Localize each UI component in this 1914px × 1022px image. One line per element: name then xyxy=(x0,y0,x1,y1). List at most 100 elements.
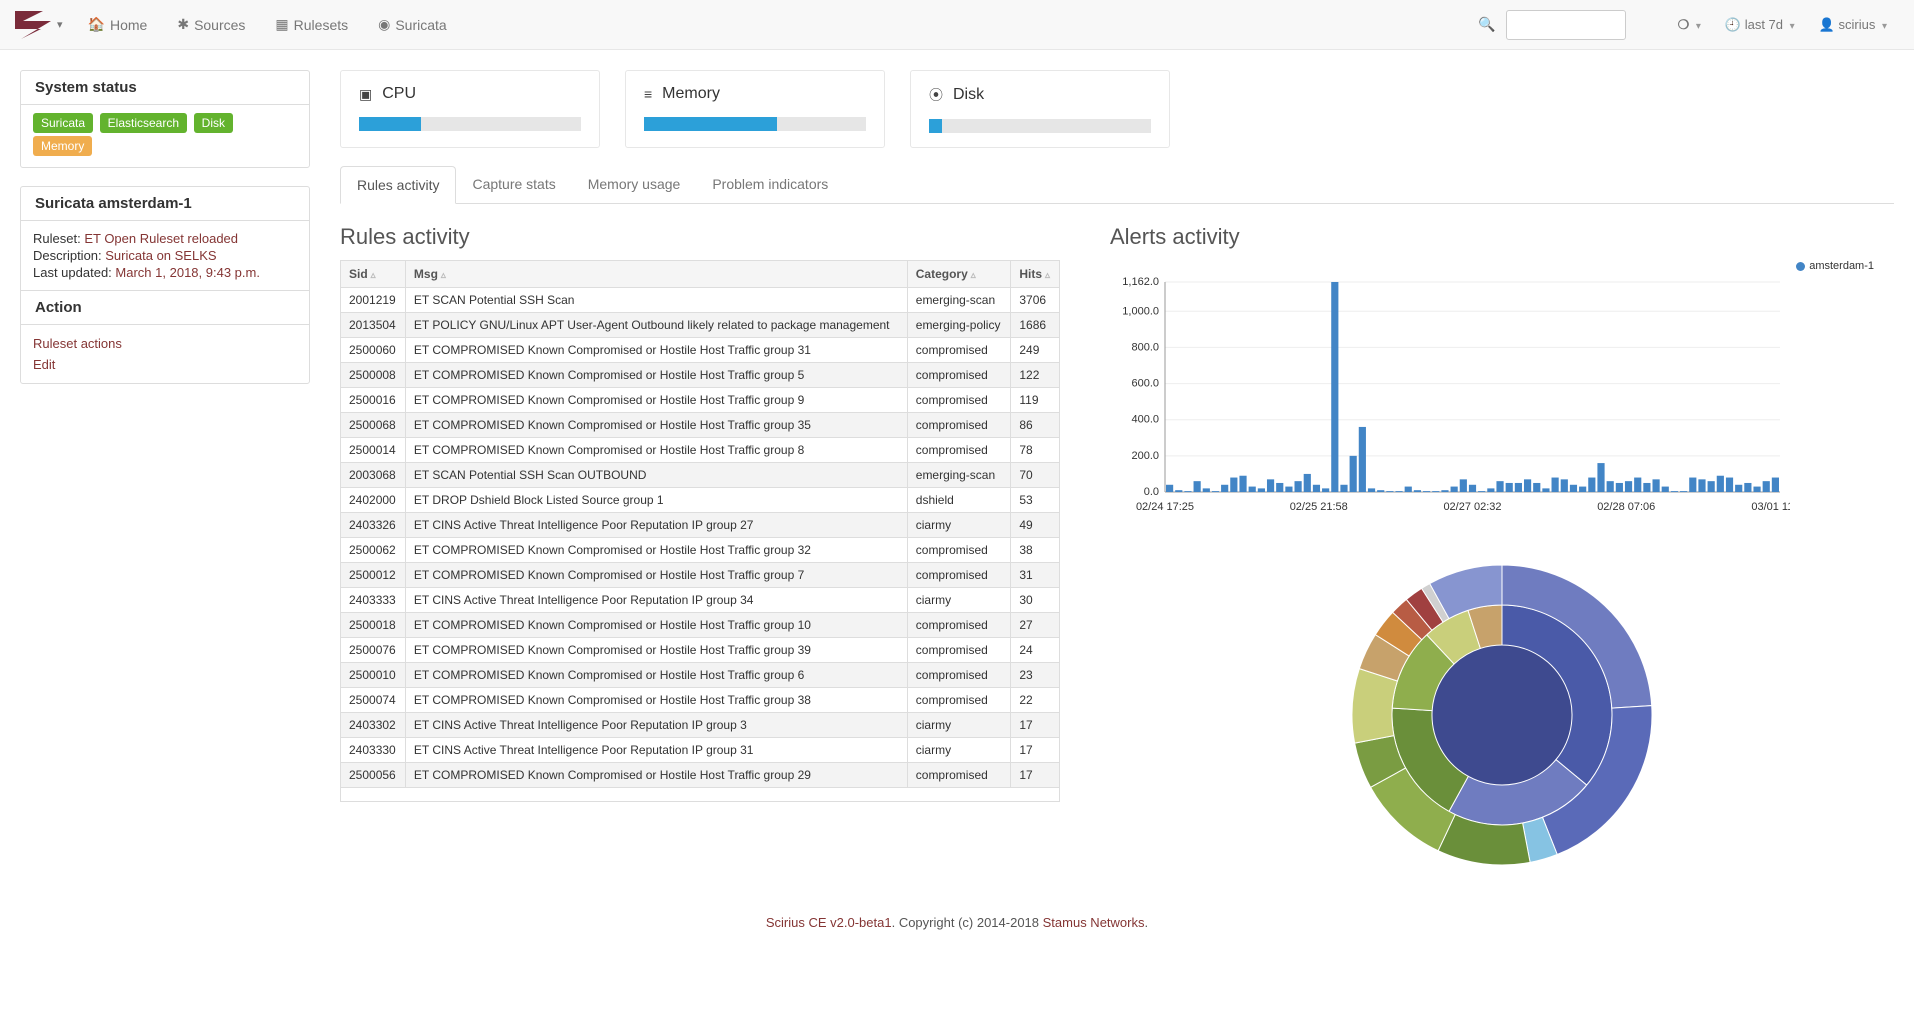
table-row[interactable]: 2013504ET POLICY GNU/Linux APT User-Agen… xyxy=(341,313,1060,338)
table-row[interactable]: 2500062ET COMPROMISED Known Compromised … xyxy=(341,538,1060,563)
tab-rules-activity[interactable]: Rules activity xyxy=(340,166,456,204)
cell-hits: 23 xyxy=(1011,663,1060,688)
footer-company-link[interactable]: Stamus Networks xyxy=(1043,915,1145,930)
cell-sid: 2001219 xyxy=(341,288,406,313)
ruleset-link[interactable]: ET Open Ruleset reloaded xyxy=(84,231,238,246)
table-row[interactable]: 2500074ET COMPROMISED Known Compromised … xyxy=(341,688,1060,713)
cell-category: compromised xyxy=(907,363,1011,388)
cell-category: dshield xyxy=(907,488,1011,513)
cell-msg: ET COMPROMISED Known Compromised or Host… xyxy=(405,763,907,788)
table-row[interactable]: 2500008ET COMPROMISED Known Compromised … xyxy=(341,363,1060,388)
updated-link[interactable]: March 1, 2018, 9:43 p.m. xyxy=(115,265,260,280)
table-row[interactable]: 2001219ET SCAN Potential SSH Scanemergin… xyxy=(341,288,1060,313)
table-row[interactable]: 2500056ET COMPROMISED Known Compromised … xyxy=(341,763,1060,788)
nav-sources[interactable]: ✱ Sources xyxy=(162,0,260,50)
eye-icon: ◉ xyxy=(378,16,390,33)
status-badge-elastic[interactable]: Elasticsearch xyxy=(100,113,187,133)
footer-product-link[interactable]: Scirius CE v2.0-beta1 xyxy=(766,915,892,930)
cell-hits: 119 xyxy=(1011,388,1060,413)
chart-legend: amsterdam-1 xyxy=(1110,260,1894,272)
ruleset-actions-link[interactable]: Ruleset actions xyxy=(33,333,297,354)
table-row[interactable]: 2403333ET CINS Active Threat Intelligenc… xyxy=(341,588,1060,613)
table-row[interactable]: 2003068ET SCAN Potential SSH Scan OUTBOU… xyxy=(341,463,1060,488)
footer-copy: . Copyright (c) 2014-2018 xyxy=(892,915,1043,930)
nav-home[interactable]: 🏠 Home xyxy=(73,0,163,50)
cell-msg: ET COMPROMISED Known Compromised or Host… xyxy=(405,538,907,563)
table-row[interactable]: 2500018ET COMPROMISED Known Compromised … xyxy=(341,613,1060,638)
status-badge-suricata[interactable]: Suricata xyxy=(33,113,93,133)
cell-category: compromised xyxy=(907,563,1011,588)
cell-hits: 53 xyxy=(1011,488,1060,513)
col-msg[interactable]: Msg▵ xyxy=(405,261,907,288)
cell-msg: ET SCAN Potential SSH Scan xyxy=(405,288,907,313)
table-row[interactable]: 2403326ET CINS Active Threat Intelligenc… xyxy=(341,513,1060,538)
tab-capture-stats[interactable]: Capture stats xyxy=(456,166,571,203)
cell-msg: ET POLICY GNU/Linux APT User-Agent Outbo… xyxy=(405,313,907,338)
tab-memory-usage[interactable]: Memory usage xyxy=(572,166,697,203)
svg-text:600.0: 600.0 xyxy=(1131,378,1159,390)
rules-table: Sid▵ Msg▵ Category▵ Hits▵ 2001219ET SCAN… xyxy=(340,260,1060,788)
col-category[interactable]: Category▵ xyxy=(907,261,1011,288)
cell-hits: 24 xyxy=(1011,638,1060,663)
chevron-down-icon: ▾ xyxy=(57,18,63,31)
cell-msg: ET SCAN Potential SSH Scan OUTBOUND xyxy=(405,463,907,488)
timerange-menu[interactable]: 🕘 last 7d ▾ xyxy=(1713,17,1807,33)
help-icon: ❍ xyxy=(1678,17,1690,32)
status-badge-memory[interactable]: Memory xyxy=(33,136,92,156)
cell-msg: ET CINS Active Threat Intelligence Poor … xyxy=(405,713,907,738)
memory-bar xyxy=(644,117,777,131)
help-menu[interactable]: ❍ ▾ xyxy=(1666,17,1713,33)
nav-suricata[interactable]: ◉ Suricata xyxy=(363,0,462,50)
table-row[interactable]: 2500076ET COMPROMISED Known Compromised … xyxy=(341,638,1060,663)
cell-sid: 2500076 xyxy=(341,638,406,663)
cell-hits: 22 xyxy=(1011,688,1060,713)
svg-text:200.0: 200.0 xyxy=(1131,450,1159,462)
nav-suricata-label: Suricata xyxy=(395,17,446,33)
cell-sid: 2500056 xyxy=(341,763,406,788)
table-row[interactable]: 2402000ET DROP Dshield Block Listed Sour… xyxy=(341,488,1060,513)
cell-hits: 17 xyxy=(1011,713,1060,738)
table-row[interactable]: 2500014ET COMPROMISED Known Compromised … xyxy=(341,438,1060,463)
cell-hits: 249 xyxy=(1011,338,1060,363)
legend-label: amsterdam-1 xyxy=(1809,260,1874,272)
cell-sid: 2500018 xyxy=(341,613,406,638)
brand-logo[interactable]: ▾ xyxy=(15,11,63,39)
table-row[interactable]: 2500068ET COMPROMISED Known Compromised … xyxy=(341,413,1060,438)
svg-text:0.0: 0.0 xyxy=(1144,486,1159,498)
cell-category: compromised xyxy=(907,613,1011,638)
table-row[interactable]: 2500012ET COMPROMISED Known Compromised … xyxy=(341,563,1060,588)
nav-rulesets[interactable]: ▦ Rulesets xyxy=(260,0,363,50)
nav-rulesets-label: Rulesets xyxy=(294,17,348,33)
cell-sid: 2500060 xyxy=(341,338,406,363)
edit-link[interactable]: Edit xyxy=(33,354,297,375)
cell-hits: 1686 xyxy=(1011,313,1060,338)
table-row[interactable]: 2500010ET COMPROMISED Known Compromised … xyxy=(341,663,1060,688)
col-sid[interactable]: Sid▵ xyxy=(341,261,406,288)
cell-sid: 2500010 xyxy=(341,663,406,688)
cell-category: compromised xyxy=(907,413,1011,438)
cpu-bar xyxy=(359,117,421,131)
cell-sid: 2403302 xyxy=(341,713,406,738)
col-hits[interactable]: Hits▵ xyxy=(1011,261,1060,288)
disk-label: Disk xyxy=(953,86,984,104)
cell-msg: ET COMPROMISED Known Compromised or Host… xyxy=(405,638,907,663)
suricata-info-title: Suricata amsterdam-1 xyxy=(21,187,309,221)
cell-category: ciarmy xyxy=(907,513,1011,538)
table-row[interactable]: 2500060ET COMPROMISED Known Compromised … xyxy=(341,338,1060,363)
tab-problem-indicators[interactable]: Problem indicators xyxy=(696,166,844,203)
cell-category: compromised xyxy=(907,388,1011,413)
cell-sid: 2500074 xyxy=(341,688,406,713)
cell-msg: ET COMPROMISED Known Compromised or Host… xyxy=(405,338,907,363)
memory-icon: ≡ xyxy=(644,86,652,102)
cell-hits: 27 xyxy=(1011,613,1060,638)
search-icon[interactable]: 🔍 xyxy=(1478,16,1495,33)
user-menu[interactable]: 👤 scirius ▾ xyxy=(1807,17,1899,33)
search-input[interactable] xyxy=(1506,10,1626,40)
status-badge-disk[interactable]: Disk xyxy=(194,113,233,133)
cell-hits: 31 xyxy=(1011,563,1060,588)
nav-home-label: Home xyxy=(110,17,147,33)
desc-link[interactable]: Suricata on SELKS xyxy=(105,248,216,263)
table-row[interactable]: 2403302ET CINS Active Threat Intelligenc… xyxy=(341,713,1060,738)
table-row[interactable]: 2500016ET COMPROMISED Known Compromised … xyxy=(341,388,1060,413)
table-row[interactable]: 2403330ET CINS Active Threat Intelligenc… xyxy=(341,738,1060,763)
